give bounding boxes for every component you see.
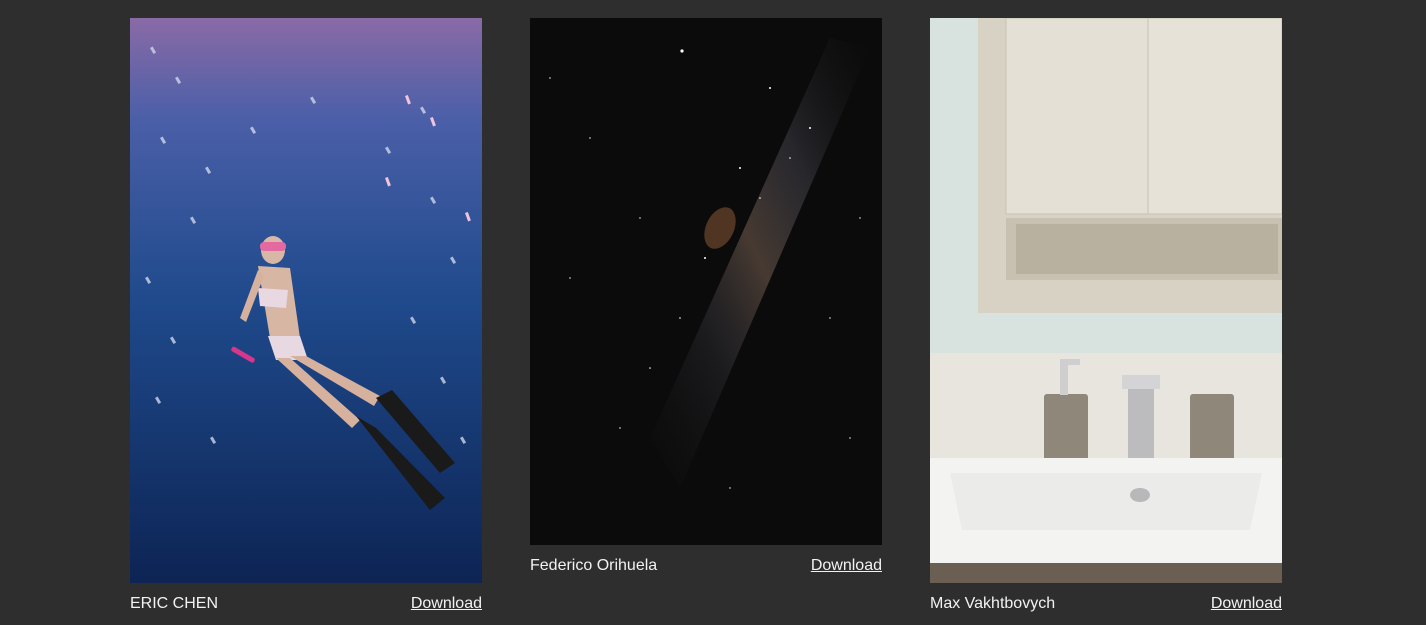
photo-caption: ERIC CHEN Download: [130, 594, 482, 614]
photo-card: Max Vakhtbovych Download: [930, 18, 1282, 614]
photo-gallery: ERIC CHEN Download Federico Orihuela Dow…: [0, 0, 1426, 625]
photo-card: ERIC CHEN Download: [130, 18, 482, 614]
photo-caption: Max Vakhtbovych Download: [930, 594, 1282, 614]
download-link[interactable]: Download: [1211, 594, 1282, 614]
photographer-name: Max Vakhtbovych: [930, 595, 1056, 612]
underwater-freediver-photo[interactable]: [130, 18, 482, 583]
bathroom-sink-cabinet-photo[interactable]: [930, 18, 1282, 583]
photographer-name: Federico Orihuela: [530, 557, 658, 574]
milky-way-night-sky-photo[interactable]: [530, 18, 882, 545]
photo-card: Federico Orihuela Download: [530, 18, 882, 576]
download-link[interactable]: Download: [411, 594, 482, 614]
photo-caption: Federico Orihuela Download: [530, 556, 882, 576]
download-link[interactable]: Download: [811, 556, 882, 576]
photographer-name: ERIC CHEN: [130, 595, 219, 612]
